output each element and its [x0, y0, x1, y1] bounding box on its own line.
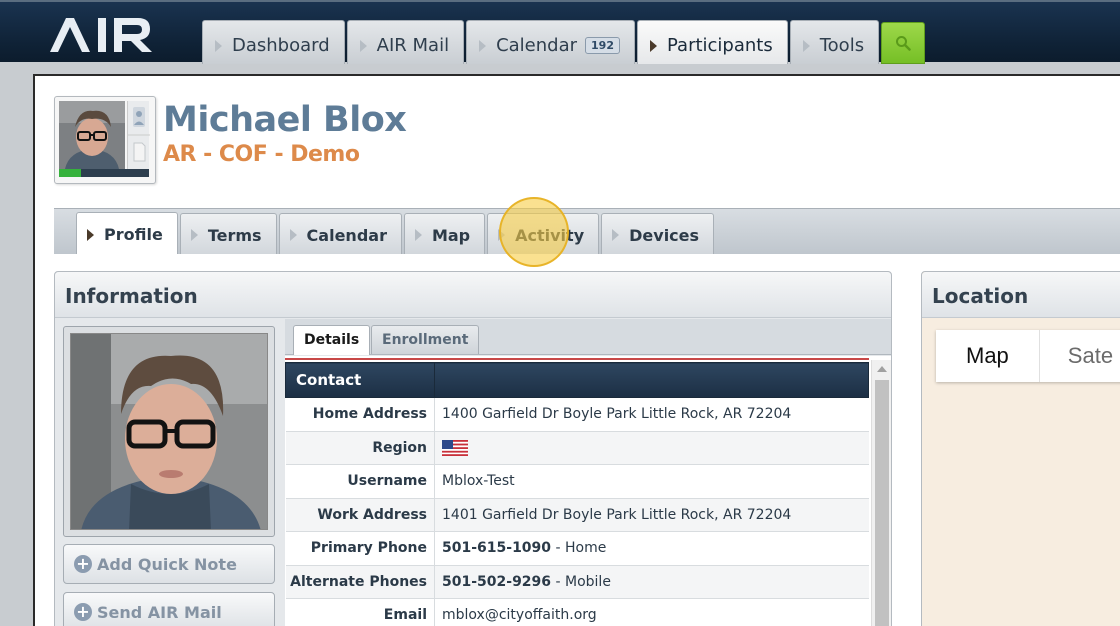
tab-label: Profile: [104, 225, 163, 244]
search-icon: [896, 36, 911, 51]
triangle-right-icon: [802, 39, 810, 52]
username-label: Username: [285, 464, 435, 499]
tab-label: Calendar: [306, 225, 387, 245]
triangle-right-icon: [190, 229, 198, 241]
scrollbar-thumb[interactable]: [875, 380, 889, 626]
subtab-details[interactable]: Details: [293, 325, 371, 355]
contact-header-value: [434, 362, 869, 398]
primary-phone-type: - Home: [555, 540, 607, 557]
triangle-right-icon: [359, 39, 367, 52]
information-subtabs: Details Enrollment: [285, 319, 891, 355]
triangle-right-icon: [414, 229, 422, 241]
tab-terms[interactable]: Terms: [179, 213, 277, 254]
triangle-right-icon: [479, 39, 487, 52]
alternate-phone-type: - Mobile: [555, 573, 611, 590]
air-logo[interactable]: [48, 14, 160, 54]
alternate-phone-number[interactable]: 501-502-9296: [442, 574, 551, 590]
tab-label: Activity: [515, 225, 585, 245]
document-icon: [133, 142, 146, 162]
tab-label: Map: [431, 225, 471, 245]
add-quick-note-button[interactable]: + Add Quick Note: [63, 544, 275, 584]
calendar-count-badge: 192: [585, 37, 620, 54]
participant-avatar-card[interactable]: [54, 96, 156, 184]
triangle-right-icon: [650, 39, 657, 52]
user-icon: [133, 107, 145, 127]
tab-label: Terms: [207, 225, 262, 245]
profile-tabs: Profile Terms Calendar Map Activity Devi…: [76, 212, 716, 254]
tab-profile[interactable]: Profile: [76, 212, 178, 254]
nav-tab-label: Dashboard: [232, 35, 330, 56]
nav-tab-label: Participants: [667, 35, 773, 56]
home-address-value: 1400 Garfield Dr Boyle Park Little Rock,…: [434, 397, 869, 432]
map-type-toggle: Map Sate: [936, 330, 1120, 382]
table-row: Region: [285, 431, 869, 465]
nav-tab-tools[interactable]: Tools: [789, 20, 880, 64]
information-panel-title: Information: [55, 272, 891, 318]
triangle-right-icon: [87, 228, 94, 241]
divider: [285, 358, 869, 360]
username-value: Mblox-Test: [434, 464, 869, 499]
triangle-right-icon: [215, 39, 222, 52]
nav-tab-label: Calendar: [496, 35, 578, 56]
participant-organization: AR - COF - Demo: [163, 142, 360, 167]
contact-header-row: Contact: [285, 362, 869, 398]
location-panel: Location Map Sate: [921, 271, 1120, 626]
tab-activity[interactable]: Activity: [487, 213, 600, 254]
triangle-right-icon: [612, 229, 620, 241]
nav-tab-label: Tools: [819, 35, 865, 56]
plus-icon: +: [74, 603, 92, 621]
participant-name: Michael Blox: [163, 100, 407, 140]
nav-tab-air-mail[interactable]: AIR Mail: [346, 20, 465, 64]
location-panel-title: Location: [922, 272, 1120, 318]
information-panel: Information + Add Quick Note + Send AIR …: [54, 271, 892, 626]
add-quick-note-label: Add Quick Note: [97, 554, 237, 574]
tab-map[interactable]: Map: [403, 213, 486, 254]
contact-table: Contact Home Address 1400 Garfield Dr Bo…: [285, 362, 869, 626]
tab-label: Devices: [629, 225, 700, 245]
avatar: [59, 101, 125, 169]
email-label: Email: [285, 598, 435, 626]
map-type-map-button[interactable]: Map: [936, 330, 1040, 382]
avatar-side-panel: [127, 101, 150, 169]
nav-tab-dashboard[interactable]: Dashboard: [202, 20, 345, 64]
plus-icon: +: [74, 555, 92, 573]
work-address-value: 1401 Garfield Dr Boyle Park Little Rock,…: [434, 498, 869, 532]
top-navigation-bar: Dashboard AIR Mail Calendar 192 Particip…: [0, 0, 1120, 64]
send-air-mail-button[interactable]: + Send AIR Mail: [63, 592, 275, 626]
contact-header: Contact: [285, 362, 435, 398]
map-type-satellite-button[interactable]: Sate: [1040, 330, 1120, 382]
nav-tab-calendar[interactable]: Calendar 192: [466, 20, 635, 64]
scroll-up-arrow-icon[interactable]: [877, 366, 887, 372]
status-bar: [59, 169, 149, 177]
us-flag-icon: [442, 439, 468, 456]
email-value[interactable]: mblox@cityoffaith.org: [434, 598, 869, 626]
subtab-enrollment[interactable]: Enrollment: [371, 325, 480, 354]
table-row: Alternate Phones 501-502-9296 - Mobile: [285, 565, 869, 599]
tab-devices[interactable]: Devices: [601, 213, 715, 254]
alternate-phones-label: Alternate Phones: [285, 565, 435, 599]
main-nav: Dashboard AIR Mail Calendar 192 Particip…: [202, 20, 926, 64]
primary-phone-number[interactable]: 501-615-1090: [442, 540, 551, 556]
triangle-right-icon: [498, 229, 506, 241]
send-air-mail-label: Send AIR Mail: [97, 602, 222, 622]
participant-photo-frame: [63, 326, 275, 537]
home-address-label: Home Address: [285, 397, 435, 432]
primary-phone-label: Primary Phone: [285, 531, 435, 566]
triangle-right-icon: [289, 229, 297, 241]
tab-calendar[interactable]: Calendar: [278, 213, 402, 254]
table-row: Username Mblox-Test: [285, 464, 869, 499]
details-content: Contact Home Address 1400 Garfield Dr Bo…: [285, 356, 891, 626]
table-row: Work Address 1401 Garfield Dr Boyle Park…: [285, 498, 869, 532]
nav-tab-participants[interactable]: Participants: [637, 20, 788, 64]
table-row: Primary Phone 501-615-1090 - Home: [285, 531, 869, 566]
region-label: Region: [285, 431, 435, 465]
details-scrollbar[interactable]: [871, 360, 891, 626]
table-row: Home Address 1400 Garfield Dr Boyle Park…: [285, 397, 869, 432]
nav-tab-label: AIR Mail: [376, 35, 450, 56]
work-address-label: Work Address: [285, 498, 435, 532]
participant-photo: [70, 333, 268, 530]
table-row: Email mblox@cityoffaith.org: [285, 598, 869, 626]
search-button[interactable]: [881, 22, 926, 64]
